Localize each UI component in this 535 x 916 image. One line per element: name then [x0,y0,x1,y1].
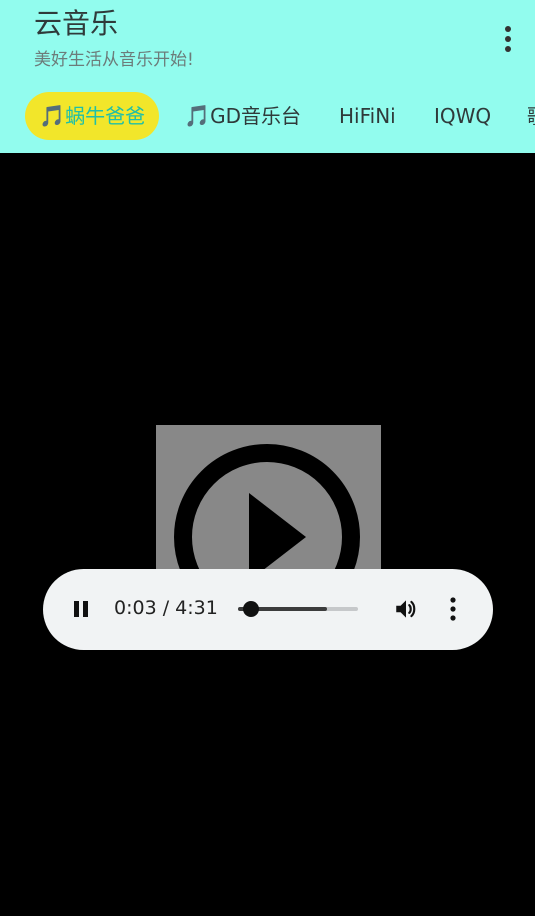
media-controls: 0:03 / 4:31 [43,569,493,650]
tab-bar: 🎵蜗牛爸爸 🎵GD音乐台 HiFiNi IQWQ 歌 [0,92,535,142]
seek-thumb[interactable] [243,601,259,617]
header: 云音乐 美好生活从音乐开始! 🎵蜗牛爸爸 🎵GD音乐台 HiFiNi IQWQ [0,0,535,153]
app: 云音乐 美好生活从音乐开始! 🎵蜗牛爸爸 🎵GD音乐台 HiFiNi IQWQ [0,0,535,916]
overflow-menu-button[interactable] [496,24,520,54]
music-note-icon: 🎵 [184,104,211,128]
volume-up-icon [396,600,416,618]
more-options-button[interactable] [445,596,461,622]
media-poster [156,425,381,575]
volume-button[interactable] [393,596,419,622]
more-vert-icon [505,26,511,52]
app-title: 云音乐 [34,7,119,40]
tab-label: GD音乐台 [210,104,302,128]
pause-icon [74,601,88,617]
tab-iqwq[interactable]: IQWQ [434,92,491,140]
tab-label: HiFiNi [339,104,396,128]
app-subtitle: 美好生活从音乐开始! [34,50,194,70]
tab-ge[interactable]: 歌 [527,92,535,140]
pause-button[interactable] [69,597,93,621]
seek-slider[interactable] [238,601,358,617]
time-display: 0:03 / 4:31 [114,597,218,619]
play-circle-icon [174,444,360,575]
tab-label: 蜗牛爸爸 [65,104,146,128]
tab-gd-music[interactable]: 🎵GD音乐台 [184,92,301,140]
media-player[interactable]: 0:03 / 4:31 [0,153,535,916]
tab-label: IQWQ [434,104,492,128]
tab-label: 歌 [527,104,535,128]
more-vert-icon [450,597,456,621]
music-note-icon: 🎵 [39,104,66,128]
tab-hifini[interactable]: HiFiNi [339,92,396,140]
tab-woniu-baba[interactable]: 🎵蜗牛爸爸 [25,92,160,140]
